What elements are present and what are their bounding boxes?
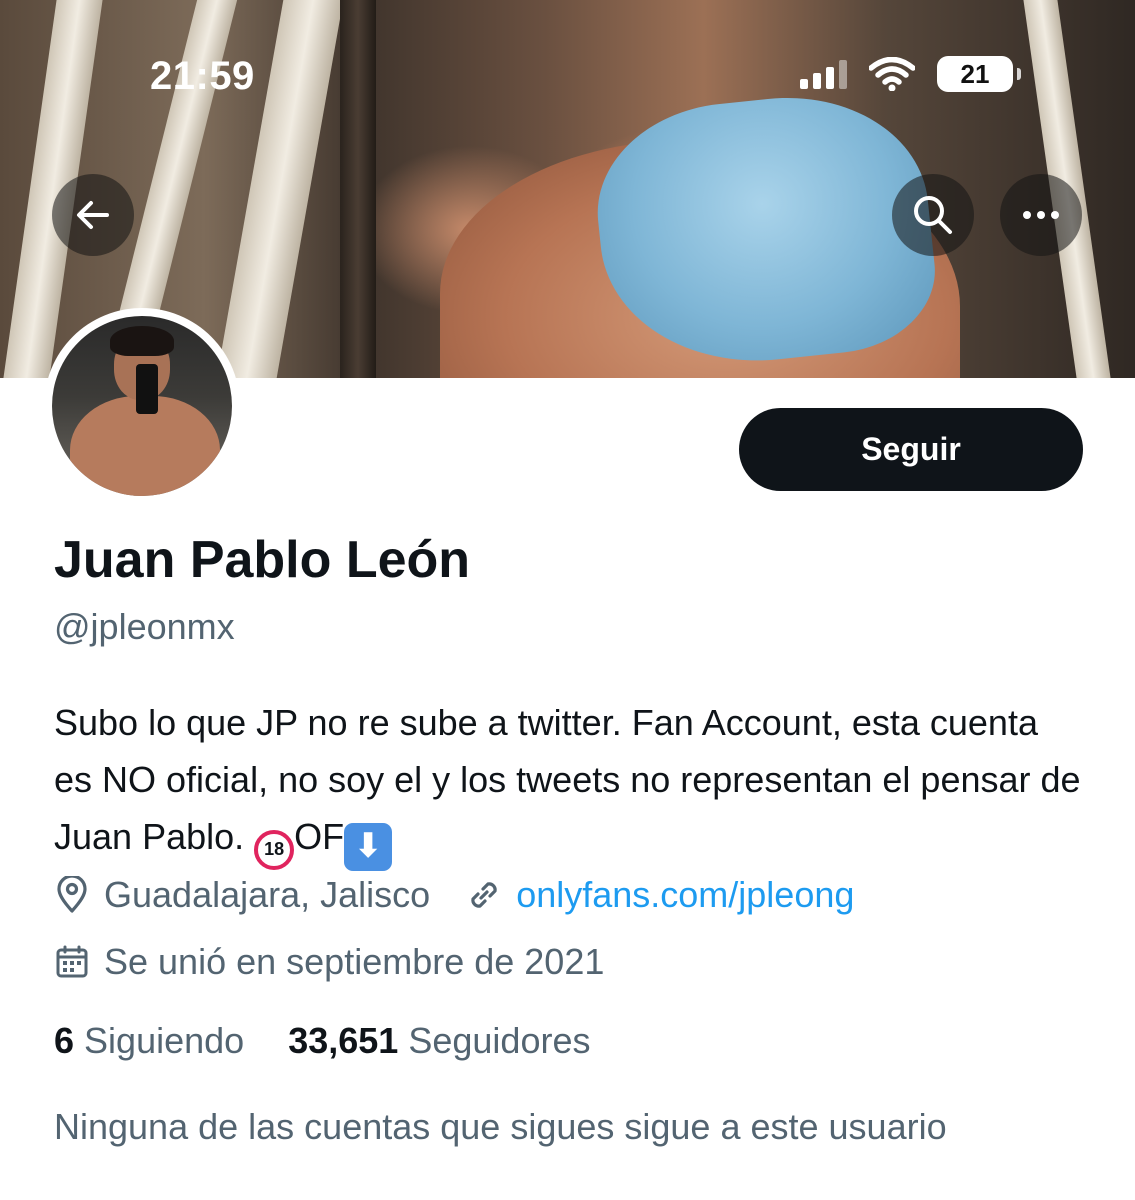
profile-joined-date: Se unió en septiembre de 2021 <box>104 941 605 982</box>
profile-name: Juan Pablo León <box>54 531 471 589</box>
status-time: 21:59 <box>150 54 255 98</box>
link-icon <box>471 882 497 908</box>
calendar-icon <box>56 945 88 978</box>
profile-bio: Subo lo que JP no re sube a twitter. Fan… <box>54 694 1084 871</box>
bio-of-text: OF <box>294 816 345 857</box>
more-options-button[interactable] <box>1000 174 1082 256</box>
wifi-icon <box>869 57 915 91</box>
profile-website-link[interactable]: onlyfans.com/jpleong <box>516 874 854 916</box>
bio-text: Subo lo que JP no re sube a twitter. Fan… <box>54 702 1081 857</box>
follow-button[interactable]: Seguir <box>739 408 1083 491</box>
profile-location: Guadalajara, Jalisco <box>104 874 431 915</box>
profile-meta-joined: Se unió en septiembre de 2021 <box>54 941 604 983</box>
following-stat[interactable]: 6 Siguiendo <box>54 1020 244 1061</box>
search-icon <box>914 196 952 234</box>
followed-by-note: Ninguna de las cuentas que sigues sigue … <box>54 1106 947 1147</box>
avatar-image <box>52 316 232 496</box>
location-pin-icon <box>57 876 87 913</box>
profile-meta-location-link: Guadalajara, Jalisco onlyfans.com/jpleon… <box>54 874 854 916</box>
signal-icon <box>800 59 847 89</box>
back-button[interactable] <box>52 174 134 256</box>
followers-stat[interactable]: 33,651 Seguidores <box>288 1020 590 1061</box>
followers-label: Seguidores <box>408 1020 591 1061</box>
search-button[interactable] <box>892 174 974 256</box>
down-arrow-icon: ⬇ <box>344 822 393 871</box>
following-label: Siguiendo <box>84 1020 245 1061</box>
avatar[interactable] <box>44 308 240 504</box>
no-under-18-icon: 18 <box>254 829 295 870</box>
arrow-left-icon <box>77 201 109 229</box>
status-icons: 21 <box>800 56 1021 92</box>
profile-handle: @jpleonmx <box>54 606 235 647</box>
profile-stats: 6 Siguiendo 33,651 Seguidores <box>54 1020 590 1062</box>
more-horizontal-icon <box>1023 211 1059 219</box>
profile-page: 21:59 21 Seguir Juan Pablo León @jpleonm… <box>0 0 1135 1200</box>
battery-icon: 21 <box>937 56 1021 92</box>
banner-gym-rack <box>340 0 376 378</box>
following-count: 6 <box>54 1020 75 1061</box>
followers-count: 33,651 <box>288 1020 399 1061</box>
